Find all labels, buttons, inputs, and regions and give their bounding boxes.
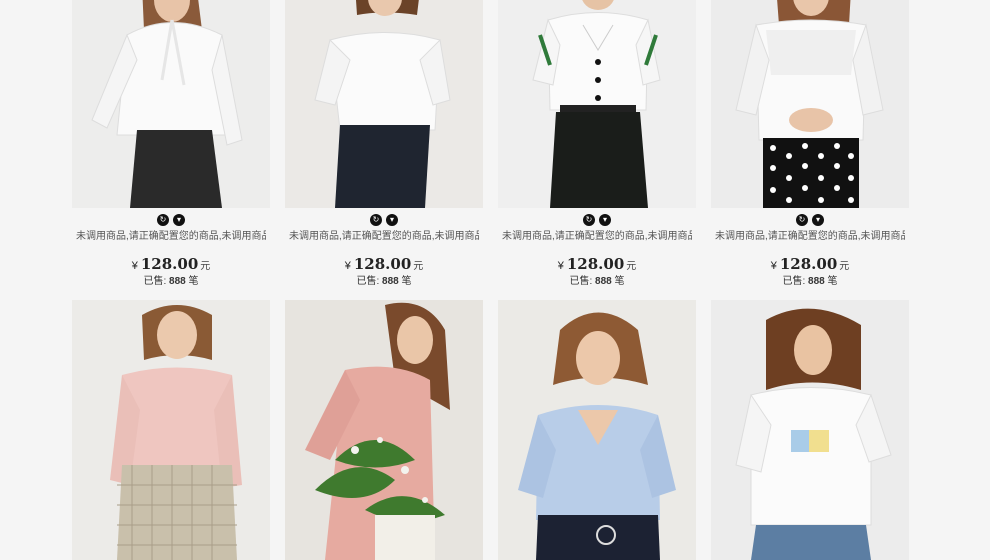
product-card[interactable]: ↻ ▾ 未调用商品,请正确配置您的商品,未调用商品,请正确配置您的商品 ¥128…: [711, 0, 909, 300]
product-title[interactable]: 未调用商品,请正确配置您的商品,未调用商品,请正确配置您的商品: [289, 230, 479, 244]
price-value: 128.00: [779, 255, 838, 273]
sold-number: 888: [382, 276, 399, 287]
sold-label: 已售:: [356, 276, 380, 287]
product-card[interactable]: ↻ ▾ 未调用商品,请正确配置您的商品,未调用商品,请正确配置您的商品 ¥128…: [72, 0, 270, 300]
price-value: 128.00: [566, 255, 625, 273]
product-photo[interactable]: [711, 0, 909, 208]
cart-icon[interactable]: ▾: [599, 214, 611, 226]
product-photo[interactable]: [72, 0, 270, 208]
refresh-icon[interactable]: ↻: [370, 214, 382, 226]
price-unit: 元: [200, 261, 211, 272]
product-photo[interactable]: [498, 0, 696, 208]
sold-count: 已售: 888 笔: [498, 274, 696, 290]
sold-number: 888: [808, 276, 825, 287]
cart-icon[interactable]: ▾: [812, 214, 824, 226]
action-icons: ↻ ▾: [711, 210, 909, 230]
cart-icon[interactable]: ▾: [386, 214, 398, 226]
refresh-icon[interactable]: ↻: [796, 214, 808, 226]
product-grid-row-2: [72, 300, 909, 560]
sold-unit: 笔: [401, 276, 412, 287]
sold-number: 888: [169, 276, 186, 287]
sold-count: 已售: 888 笔: [72, 274, 270, 290]
sold-unit: 笔: [188, 276, 199, 287]
price-unit: 元: [413, 261, 424, 272]
sold-count: 已售: 888 笔: [711, 274, 909, 290]
product-grid-row-1: ↻ ▾ 未调用商品,请正确配置您的商品,未调用商品,请正确配置您的商品 ¥128…: [72, 0, 909, 300]
product-photo[interactable]: [72, 300, 270, 560]
sold-label: 已售:: [569, 276, 593, 287]
product-photo[interactable]: [498, 300, 696, 560]
currency-symbol: ¥: [557, 260, 564, 272]
product-photo[interactable]: [711, 300, 909, 560]
product-title[interactable]: 未调用商品,请正确配置您的商品,未调用商品,请正确配置您的商品: [715, 230, 905, 244]
product-card[interactable]: [72, 300, 270, 560]
price-value: 128.00: [353, 255, 412, 273]
product-price: ¥128.00 元: [711, 254, 909, 274]
product-photo[interactable]: [285, 300, 483, 560]
price-unit: 元: [839, 261, 850, 272]
currency-symbol: ¥: [131, 260, 138, 272]
sold-number: 888: [595, 276, 612, 287]
action-icons: ↻ ▾: [498, 210, 696, 230]
refresh-icon[interactable]: ↻: [157, 214, 169, 226]
product-card[interactable]: [285, 300, 483, 560]
cart-icon[interactable]: ▾: [173, 214, 185, 226]
product-price: ¥128.00 元: [285, 254, 483, 274]
currency-symbol: ¥: [770, 260, 777, 272]
currency-symbol: ¥: [344, 260, 351, 272]
product-title[interactable]: 未调用商品,请正确配置您的商品,未调用商品,请正确配置您的商品: [76, 230, 266, 244]
action-icons: ↻ ▾: [72, 210, 270, 230]
sold-unit: 笔: [614, 276, 625, 287]
product-card[interactable]: ↻ ▾ 未调用商品,请正确配置您的商品,未调用商品,请正确配置您的商品 ¥128…: [498, 0, 696, 300]
sold-unit: 笔: [827, 276, 838, 287]
sold-count: 已售: 888 笔: [285, 274, 483, 290]
product-photo[interactable]: [285, 0, 483, 208]
product-card[interactable]: ↻ ▾ 未调用商品,请正确配置您的商品,未调用商品,请正确配置您的商品 ¥128…: [285, 0, 483, 300]
product-price: ¥128.00 元: [72, 254, 270, 274]
sold-label: 已售:: [782, 276, 806, 287]
product-card[interactable]: [711, 300, 909, 560]
sold-label: 已售:: [143, 276, 167, 287]
price-unit: 元: [626, 261, 637, 272]
product-price: ¥128.00 元: [498, 254, 696, 274]
refresh-icon[interactable]: ↻: [583, 214, 595, 226]
product-title[interactable]: 未调用商品,请正确配置您的商品,未调用商品,请正确配置您的商品: [502, 230, 692, 244]
product-card[interactable]: [498, 300, 696, 560]
action-icons: ↻ ▾: [285, 210, 483, 230]
price-value: 128.00: [140, 255, 199, 273]
